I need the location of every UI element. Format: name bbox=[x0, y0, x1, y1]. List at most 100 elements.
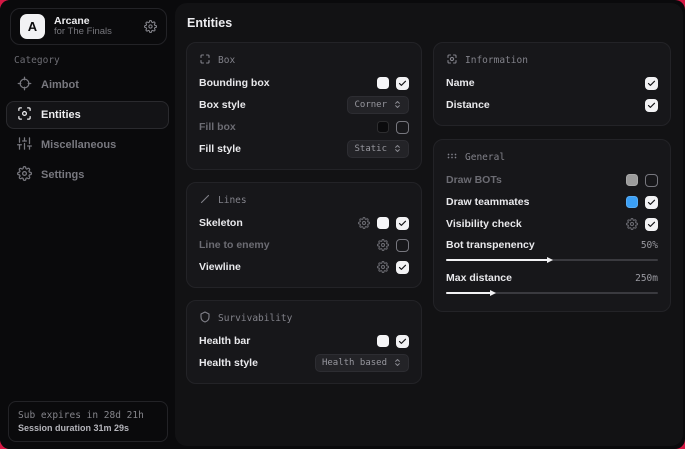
checkbox[interactable] bbox=[396, 261, 409, 274]
diagonal-line-icon bbox=[199, 193, 211, 208]
setting-label: Line to enemy bbox=[199, 239, 270, 251]
checkbox[interactable] bbox=[645, 77, 658, 90]
general-card-header: General bbox=[446, 149, 658, 165]
setting-label: Fill box bbox=[199, 121, 236, 133]
information-card: Information Name Distance bbox=[433, 42, 671, 126]
sidebar-nav: Aimbot Entities Miscellaneous Settings bbox=[6, 71, 169, 189]
setting-label: Viewline bbox=[199, 261, 241, 273]
slider-fill bbox=[446, 292, 491, 294]
checkbox[interactable] bbox=[645, 196, 658, 209]
shield-icon bbox=[199, 311, 211, 326]
survivability-card: Survivability Health bar Health style He… bbox=[186, 300, 422, 384]
gear-icon[interactable] bbox=[626, 218, 638, 230]
color-swatch[interactable] bbox=[377, 335, 389, 347]
setting-row-bot-transparency: Bot transpenency 50% bbox=[446, 236, 658, 263]
setting-row-draw-teammates: Draw teammates bbox=[446, 191, 658, 213]
dropdown-value: Static bbox=[354, 144, 387, 154]
setting-row-fill-box: Fill box bbox=[199, 116, 409, 138]
gear-icon[interactable] bbox=[377, 239, 389, 251]
category-label: Category bbox=[14, 55, 60, 66]
information-card-header: Information bbox=[446, 52, 658, 68]
chevrons-up-down-icon bbox=[393, 140, 402, 158]
checkbox[interactable] bbox=[645, 218, 658, 231]
box-style-dropdown[interactable]: Corner bbox=[347, 96, 409, 114]
checkbox[interactable] bbox=[645, 174, 658, 187]
setting-row-health-bar: Health bar bbox=[199, 330, 409, 352]
sidebar-item-entities[interactable]: Entities bbox=[6, 101, 169, 129]
setting-row-viewline: Viewline bbox=[199, 256, 409, 278]
slider-value: 50% bbox=[641, 240, 658, 251]
sidebar-item-aimbot[interactable]: Aimbot bbox=[6, 71, 169, 99]
gear-icon bbox=[17, 166, 32, 184]
setting-label: Distance bbox=[446, 99, 490, 111]
checkbox[interactable] bbox=[396, 335, 409, 348]
left-column: Box Bounding box Box style Corner bbox=[186, 42, 422, 384]
sidebar-item-miscellaneous[interactable]: Miscellaneous bbox=[6, 131, 169, 159]
section-title: General bbox=[465, 152, 505, 163]
chevrons-up-down-icon bbox=[393, 96, 402, 114]
fill-style-dropdown[interactable]: Static bbox=[347, 140, 409, 158]
color-swatch[interactable] bbox=[626, 196, 638, 208]
setting-label: Draw BOTs bbox=[446, 174, 502, 186]
sidebar-item-label: Settings bbox=[41, 169, 84, 181]
setting-label: Box style bbox=[199, 99, 246, 111]
sidebar-item-label: Entities bbox=[41, 109, 81, 121]
right-column: Information Name Distance bbox=[433, 42, 671, 312]
lines-card-header: Lines bbox=[199, 192, 409, 208]
section-title: Survivability bbox=[218, 313, 292, 324]
bot-transparency-slider[interactable] bbox=[446, 257, 658, 263]
setting-row-health-style: Health style Health based bbox=[199, 352, 409, 374]
sliders-icon bbox=[17, 136, 32, 154]
color-swatch[interactable] bbox=[626, 174, 638, 186]
slider-value: 250m bbox=[635, 273, 658, 284]
color-swatch[interactable] bbox=[377, 121, 389, 133]
checkbox[interactable] bbox=[645, 99, 658, 112]
setting-row-skeleton: Skeleton bbox=[199, 212, 409, 234]
sidebar-item-label: Miscellaneous bbox=[41, 139, 116, 151]
lines-card: Lines Skeleton Line to enemy bbox=[186, 182, 422, 288]
gear-icon[interactable] bbox=[377, 261, 389, 273]
subscription-info-card: Sub expires in 28d 21h Session duration … bbox=[8, 401, 168, 442]
setting-label: Health bar bbox=[199, 335, 250, 347]
general-card: General Draw BOTs Draw teammates bbox=[433, 139, 671, 312]
app-subtitle: for The Finals bbox=[54, 27, 135, 38]
health-style-dropdown[interactable]: Health based bbox=[315, 354, 409, 372]
color-swatch[interactable] bbox=[377, 217, 389, 229]
box-card: Box Bounding box Box style Corner bbox=[186, 42, 422, 170]
section-title: Information bbox=[465, 55, 528, 66]
max-distance-slider[interactable] bbox=[446, 290, 658, 296]
checkbox[interactable] bbox=[396, 217, 409, 230]
checkbox[interactable] bbox=[396, 121, 409, 134]
sidebar-item-settings[interactable]: Settings bbox=[6, 161, 169, 189]
box-corners-icon bbox=[199, 53, 211, 68]
color-swatch[interactable] bbox=[377, 77, 389, 89]
checkbox[interactable] bbox=[396, 77, 409, 90]
app-header-card: A Arcane for The Finals bbox=[10, 8, 167, 45]
setting-label: Bot transpenency bbox=[446, 239, 535, 251]
setting-label: Draw teammates bbox=[446, 196, 529, 208]
sub-expiry-text: Sub expires in 28d 21h bbox=[18, 410, 158, 421]
crosshair-icon bbox=[17, 76, 32, 94]
section-title: Lines bbox=[218, 195, 247, 206]
setting-row-line-to-enemy: Line to enemy bbox=[199, 234, 409, 256]
page-title: Entities bbox=[187, 16, 232, 30]
setting-row-distance: Distance bbox=[446, 94, 658, 116]
app-logo: A bbox=[20, 14, 45, 39]
setting-label: Bounding box bbox=[199, 77, 270, 89]
setting-row-name: Name bbox=[446, 72, 658, 94]
app-window: A Arcane for The Finals Category Aimbot … bbox=[0, 0, 685, 449]
session-duration-text: Session duration 31m 29s bbox=[18, 423, 158, 433]
setting-row-draw-bots: Draw BOTs bbox=[446, 169, 658, 191]
app-title-block: Arcane for The Finals bbox=[54, 15, 135, 38]
slider-fill bbox=[446, 259, 548, 261]
setting-label: Visibility check bbox=[446, 218, 522, 230]
setting-label: Skeleton bbox=[199, 217, 243, 229]
setting-label: Name bbox=[446, 77, 475, 89]
checkbox[interactable] bbox=[396, 239, 409, 252]
gear-icon[interactable] bbox=[144, 20, 157, 33]
scan-eye-icon bbox=[17, 106, 32, 124]
gear-icon[interactable] bbox=[358, 217, 370, 229]
box-card-header: Box bbox=[199, 52, 409, 68]
section-title: Box bbox=[218, 55, 235, 66]
setting-label: Max distance bbox=[446, 272, 512, 284]
